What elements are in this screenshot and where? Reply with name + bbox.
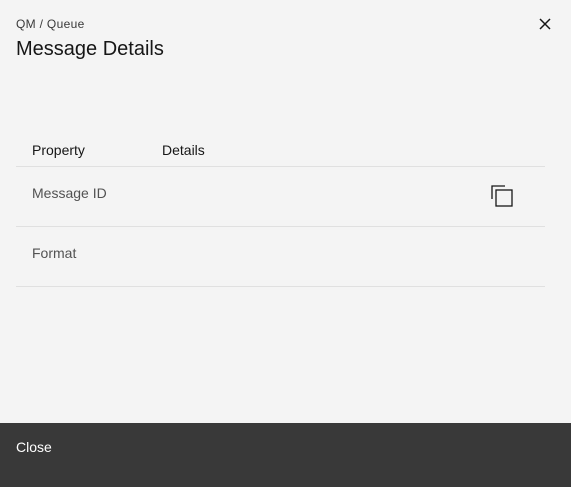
close-button-label: Close [16,439,52,455]
copy-icon[interactable] [491,185,513,207]
close-button[interactable]: Close [0,423,571,487]
table-row: Format [16,227,545,287]
table-row: Message ID [16,167,545,227]
row-label-message-id: Message ID [32,185,107,201]
modal-footer: Close [0,423,571,487]
row-label-format: Format [32,245,77,261]
column-header-details: Details [162,142,205,158]
message-details-modal: QM / Queue Message Details Property Deta… [0,0,571,487]
table-header: Property Details [16,132,545,167]
properties-table: Property Details Message ID Format [16,132,545,287]
column-header-property: Property [32,142,85,158]
modal-header: QM / Queue Message Details [16,16,555,63]
modal-title: Message Details [16,38,164,60]
close-icon[interactable] [538,17,552,31]
breadcrumb: QM / Queue [16,17,85,31]
